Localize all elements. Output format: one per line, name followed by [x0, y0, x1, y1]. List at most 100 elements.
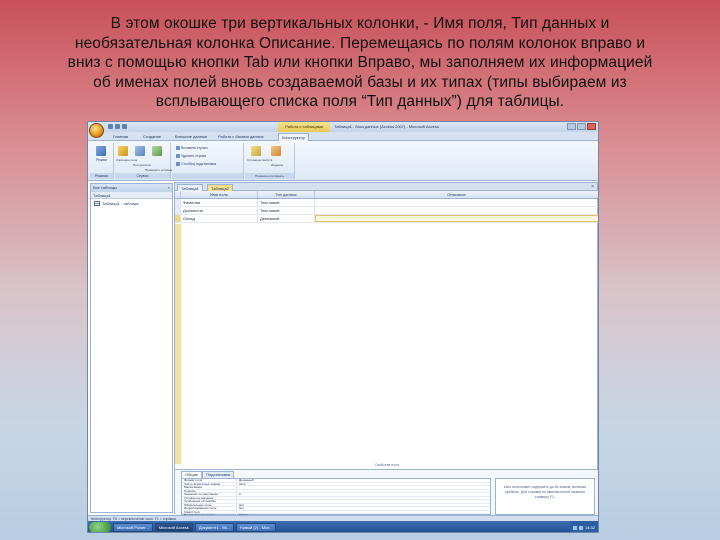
column-header-data-type: Тип данных: [258, 191, 315, 198]
builder-icon[interactable]: [135, 146, 145, 156]
field-name-cell[interactable]: Оклад: [181, 215, 258, 222]
tab-home[interactable]: Главная: [110, 133, 131, 141]
description-cell[interactable]: [315, 207, 598, 214]
redo-icon[interactable]: [122, 124, 127, 129]
builder-label[interactable]: Построитель: [133, 163, 151, 167]
property-label: Значение по умолчанию: [182, 493, 237, 496]
taskbar-button[interactable]: Документ1 - Mi...: [194, 523, 234, 532]
table-row: Оклад Денежный: [175, 215, 598, 223]
test-rules-icon[interactable]: [152, 146, 162, 156]
insert-rows-command[interactable]: Вставить строки: [176, 146, 208, 150]
windows-taskbar: Microsoft Power... Microsoft Access Доку…: [88, 521, 598, 532]
tab-lookup[interactable]: Подстановка: [202, 471, 235, 478]
tab-create[interactable]: Создание: [140, 133, 164, 141]
data-type-cell[interactable]: Денежный: [258, 215, 315, 222]
view-label[interactable]: Режим: [96, 158, 107, 162]
property-label: Число десятичных знаков: [182, 482, 237, 485]
caption-line: вниз с помощью кнопки Tab или кнопки Впр…: [67, 54, 653, 72]
property-tabs: Общие Подстановка: [181, 471, 235, 478]
lookup-column-command[interactable]: Столбец подстановок: [176, 162, 216, 166]
description-cell[interactable]: [315, 199, 598, 206]
test-rules-label[interactable]: Проверить условия: [145, 168, 172, 172]
office-button[interactable]: [89, 123, 104, 138]
property-value[interactable]: [237, 511, 490, 514]
property-value[interactable]: [237, 486, 490, 489]
primary-key-label[interactable]: Ключевое поле: [116, 158, 137, 162]
caption-line: В этом окошке три вертикальных колонки, …: [110, 15, 610, 32]
close-button[interactable]: [587, 123, 596, 130]
property-value[interactable]: Денежный: [237, 479, 490, 482]
property-label: Маска ввода: [182, 486, 237, 489]
slide-caption: В этом окошке три вертикальных колонки, …: [20, 14, 700, 112]
ribbon: Режим Режимы Ключевое поле Построитель П…: [88, 141, 598, 181]
minimize-button[interactable]: [567, 123, 576, 130]
maximize-button[interactable]: [577, 123, 586, 130]
property-label: Индексированное поле: [182, 507, 237, 510]
primary-key-icon[interactable]: [118, 146, 128, 156]
property-label: Обязательное поле: [182, 503, 237, 506]
indexes-icon[interactable]: [271, 146, 281, 156]
group-label: Сервис: [115, 173, 170, 179]
navigation-pane: Все таблицы « Таблица1 Таблица1 : таблиц…: [90, 183, 173, 513]
delete-rows-icon: [176, 154, 180, 158]
property-value[interactable]: Нет: [237, 507, 490, 510]
tab-general[interactable]: Общие: [181, 471, 203, 478]
save-icon[interactable]: [108, 124, 113, 129]
start-button[interactable]: [89, 522, 111, 532]
undo-icon[interactable]: [115, 124, 120, 129]
doc-tab-table1[interactable]: Таблица1: [177, 184, 203, 191]
nav-item-table[interactable]: Таблица1 : таблица: [91, 199, 172, 208]
nav-pane-header[interactable]: Все таблицы «: [91, 184, 172, 192]
field-name-cell[interactable]: Должность: [181, 207, 258, 214]
group-label: [172, 173, 243, 179]
volume-icon[interactable]: [578, 525, 583, 530]
property-label: Условие на значение: [182, 496, 237, 499]
property-value[interactable]: 0: [237, 493, 490, 496]
clock[interactable]: 14:32: [585, 525, 595, 530]
group-tools: Ключевое поле Построитель Проверить усло…: [115, 143, 172, 179]
field-properties-panel: Общие Подстановка Формат поля Денежный Чи…: [175, 469, 598, 518]
quick-access-toolbar[interactable]: [108, 124, 127, 129]
insert-rows-label: Вставить строки: [181, 146, 208, 150]
caption-line: всплывающего списка поля “Тип данных”) д…: [155, 93, 565, 111]
property-label: Формат поля: [182, 479, 237, 482]
nav-pane-title: Все таблицы: [93, 185, 117, 190]
delete-rows-command[interactable]: Удалить строки: [176, 154, 206, 158]
property-sheet-icon[interactable]: [251, 146, 261, 156]
property-sheet-label[interactable]: Страница свойств: [247, 158, 272, 162]
network-icon[interactable]: [572, 525, 577, 530]
data-type-cell[interactable]: Текстовый: [258, 199, 315, 206]
tab-design[interactable]: Конструктор: [278, 133, 309, 141]
field-name-cell[interactable]: Фамилия: [181, 199, 258, 206]
doc-tab-table2[interactable]: Таблица2: [207, 184, 233, 191]
caption-line: об именах полей вновь создаваемой базы и…: [93, 73, 627, 91]
property-label: Сообщение об ошибке: [182, 500, 237, 503]
nav-collapse-icon[interactable]: «: [168, 184, 170, 192]
grid-header: Имя поля Тип данных Описание: [175, 191, 598, 199]
taskbar-button[interactable]: Microsoft Access: [154, 523, 193, 532]
caption-line: необязательная колонка Описание. Перемещ…: [74, 34, 646, 52]
property-value[interactable]: [237, 497, 490, 500]
view-icon[interactable]: [96, 146, 106, 156]
delete-rows-label: Удалить строки: [181, 154, 207, 158]
column-header-field-name: Имя поля: [181, 191, 258, 198]
taskbar-button[interactable]: Новый (2) - Micr...: [235, 523, 277, 532]
description-cell[interactable]: [315, 215, 598, 222]
property-value[interactable]: Авто: [237, 483, 490, 486]
nav-group-header[interactable]: Таблица1: [91, 192, 172, 199]
property-value[interactable]: Нет: [237, 504, 490, 507]
document-tabs: Таблица1 Таблица2 ×: [175, 183, 597, 191]
close-icon[interactable]: ×: [591, 183, 594, 191]
title-bar: Работа с таблицами Таблица1 : база данны…: [88, 122, 598, 132]
property-value[interactable]: [237, 490, 490, 493]
tab-external-data[interactable]: Внешние данные: [172, 133, 210, 141]
indexes-label[interactable]: Индексы: [271, 163, 283, 167]
data-type-cell[interactable]: Текстовый: [258, 207, 315, 214]
tab-database-tools[interactable]: Работа с базами данных: [215, 133, 267, 141]
property-table: Формат поля Денежный Число десятичных зна…: [181, 478, 491, 518]
access-screenshot: Работа с таблицами Таблица1 : база данны…: [87, 121, 599, 533]
taskbar-button[interactable]: Microsoft Power...: [113, 523, 153, 532]
property-value[interactable]: [237, 500, 490, 503]
window-controls: [567, 123, 596, 130]
contextual-tab-label: Работа с таблицами: [278, 122, 330, 132]
